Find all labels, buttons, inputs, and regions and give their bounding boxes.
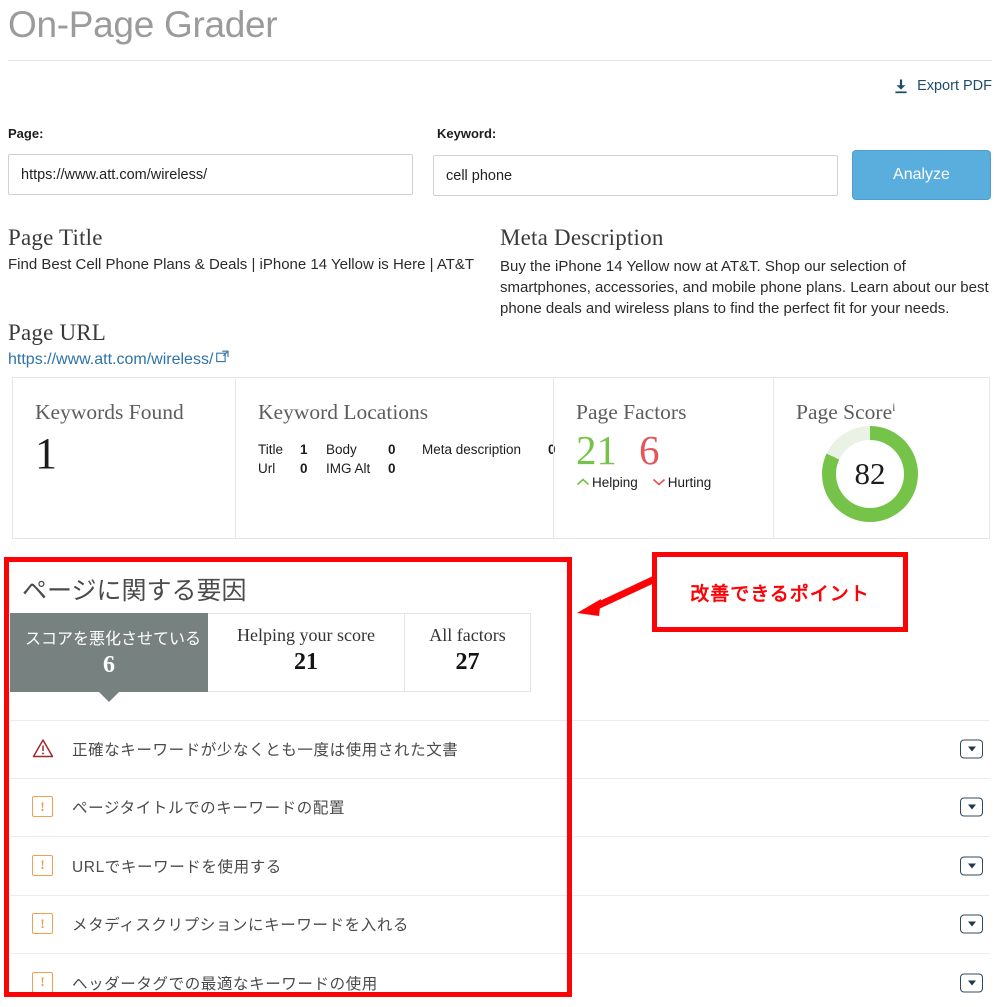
chevron-up-icon: [576, 475, 590, 490]
page-field-label: Page:: [8, 126, 44, 141]
factor-label: ヘッダータグでの最適なキーワードの使用: [72, 975, 378, 993]
page-title-value: Find Best Cell Phone Plans & Deals | iPh…: [8, 256, 475, 273]
warning-square-icon: !: [32, 854, 54, 877]
external-link-icon[interactable]: [216, 348, 229, 369]
tab-all-factors[interactable]: All factors 27: [405, 613, 531, 692]
page-score-heading: Page Scorei: [796, 400, 896, 425]
expand-row-button[interactable]: [960, 797, 983, 817]
warning-triangle-icon: [32, 738, 54, 760]
kw-label-url: Url: [258, 461, 276, 476]
tab-helping-your-score[interactable]: Helping your score 21: [208, 613, 405, 692]
warning-square-icon: !: [32, 796, 54, 818]
page-factors-labels: Helping Hurting: [576, 475, 773, 490]
factor-row[interactable]: 正確なキーワードが少なくとも一度は使用された文書: [10, 720, 990, 779]
kw-value-url: 0: [300, 461, 308, 476]
annotation-callout-text: 改善できるポイント: [690, 583, 870, 605]
keyword-field-label: Keyword:: [437, 126, 497, 141]
page-factors-numbers: 21 6: [576, 427, 773, 473]
meta-description-value: Buy the iPhone 14 Yellow now at AT&T. Sh…: [500, 258, 989, 317]
chevron-down-icon: [967, 746, 976, 752]
expand-row-button[interactable]: [960, 973, 983, 993]
tab-helping-count: 21: [294, 649, 318, 675]
page-input[interactable]: [8, 154, 413, 195]
tab-hurting-label: スコアを悪化させている: [25, 631, 202, 648]
expand-row-button[interactable]: [960, 914, 983, 934]
kw-label-img-alt: IMG Alt: [326, 461, 371, 476]
tab-helping-label: Helping your score: [237, 625, 375, 645]
analyze-button[interactable]: Analyze: [852, 150, 991, 200]
page-url-heading: Page URL: [8, 320, 107, 345]
page-title: On-Page Grader: [8, 4, 278, 45]
tab-hurting-count: 6: [103, 652, 115, 678]
chevron-down-icon: [967, 921, 976, 927]
export-pdf-label: Export PDF: [917, 78, 992, 94]
kw-label-body: Body: [326, 442, 357, 457]
keyword-input[interactable]: [433, 155, 838, 196]
page-score-donut: 82: [822, 426, 918, 522]
factor-row[interactable]: ! ページタイトルでのキーワードの配置: [10, 779, 990, 837]
hurting-count: 6: [639, 427, 660, 473]
hurting-label: Hurting: [667, 475, 712, 490]
factor-label: URLでキーワードを使用する: [72, 858, 282, 876]
keywords-found-heading: Keywords Found: [35, 400, 184, 424]
page-url-value: https://www.att.com/wireless/: [8, 348, 476, 370]
annotation-callout-box: 改善できるポイント: [652, 552, 908, 632]
page-factors-card: Page Factors 21 6 Helping Hurting: [553, 378, 773, 538]
factor-label: ページタイトルでのキーワードの配置: [72, 800, 346, 818]
warning-square-icon: !: [32, 971, 54, 994]
expand-row-button[interactable]: [960, 739, 983, 759]
meta-description-heading: Meta Description: [500, 225, 664, 250]
hurting-label-group: Hurting: [652, 475, 712, 490]
kw-label-meta-description: Meta description: [422, 442, 522, 457]
factor-list: 正確なキーワードが少なくとも一度は使用された文書 ! ページタイトルでのキーワー…: [10, 720, 990, 1007]
factor-label: メタディスクリプションにキーワードを入れる: [72, 917, 410, 935]
page-score-value: 82: [836, 440, 904, 508]
helping-label: Helping: [592, 475, 638, 490]
page-score-card: Page Scorei 82: [773, 378, 989, 538]
expand-row-button[interactable]: [960, 856, 983, 876]
keywords-found-value: 1: [35, 429, 57, 478]
page-factors-heading: Page Factors: [576, 400, 687, 424]
warning-square-icon: !: [32, 913, 54, 935]
tab-hurting-your-score[interactable]: スコアを悪化させている 6: [10, 613, 208, 692]
header-divider: [8, 60, 992, 61]
factor-row[interactable]: ! メタディスクリプションにキーワードを入れる: [10, 896, 990, 954]
factors-panel-title: ページに関する要因: [22, 578, 247, 605]
page-url-link[interactable]: https://www.att.com/wireless/: [8, 351, 213, 368]
info-marker[interactable]: i: [892, 400, 895, 414]
export-pdf-button[interactable]: Export PDF: [894, 78, 992, 94]
keyword-locations-heading: Keyword Locations: [258, 400, 429, 424]
factor-row[interactable]: ! URLでキーワードを使用する: [10, 837, 990, 896]
helping-label-group: Helping: [576, 475, 638, 490]
kw-value-title: 1: [300, 442, 308, 457]
keyword-locations-grid: Title 1 Body 0 Meta description 0 Url 0 …: [258, 442, 556, 476]
factor-label: 正確なキーワードが少なくとも一度は使用された文書: [72, 742, 459, 760]
page-title-heading: Page Title: [8, 225, 103, 250]
chevron-down-icon: [967, 980, 976, 986]
kw-value-img-alt: 0: [388, 461, 396, 476]
keywords-found-card: Keywords Found 1: [13, 378, 235, 538]
tab-all-factors-count: 27: [455, 649, 480, 675]
kw-value-body: 0: [388, 442, 396, 457]
stats-card-row: Keywords Found 1 Keyword Locations Title…: [12, 377, 990, 539]
helping-count: 21: [576, 427, 617, 473]
chevron-down-icon: [967, 863, 976, 869]
download-icon: [894, 79, 908, 94]
tab-all-factors-label: All factors: [429, 625, 506, 645]
chevron-down-icon: [652, 475, 666, 490]
keyword-locations-card: Keyword Locations Title 1 Body 0 Meta de…: [235, 378, 556, 538]
chevron-down-icon: [967, 804, 976, 810]
kw-label-title: Title: [258, 442, 284, 457]
factor-row[interactable]: ! ヘッダータグでの最適なキーワードの使用: [10, 954, 990, 1007]
factors-tabs: スコアを悪化させている 6 Helping your score 21 All …: [10, 613, 531, 692]
